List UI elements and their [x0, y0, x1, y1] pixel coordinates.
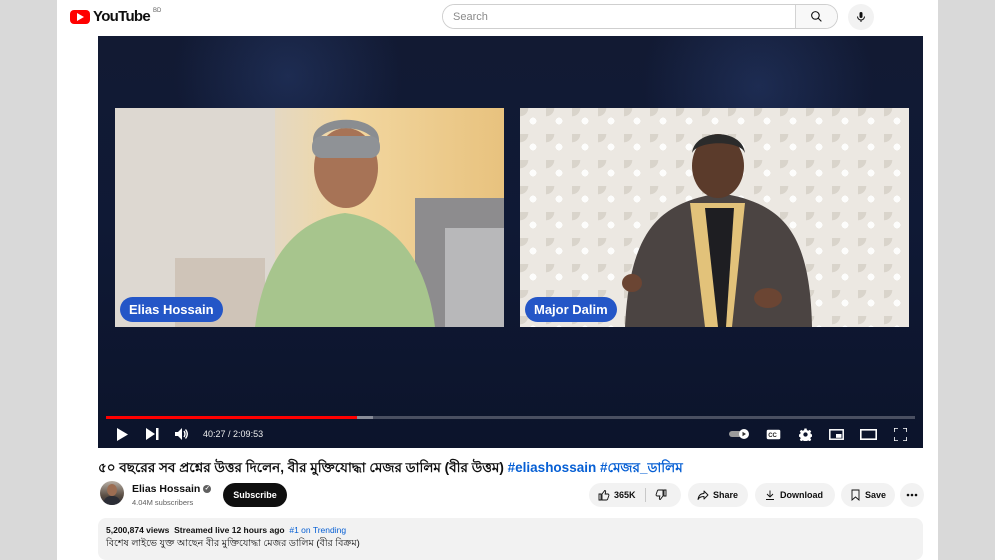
like-button[interactable]: 365K: [589, 483, 645, 507]
progress-played: [106, 416, 357, 419]
closed-captions-icon: CC: [766, 429, 780, 439]
video-title-text: ৫০ বছরের সব প্রশ্নের উত্তর দিলেন, বীর মু…: [98, 460, 504, 475]
fullscreen-icon: [893, 427, 907, 441]
duration: 2:09:53: [233, 429, 264, 439]
video-title-hashtags[interactable]: #eliashossain #মেজর_ডালিম: [508, 460, 683, 475]
time-separator: /: [225, 429, 234, 439]
participant-name-tag: Elias Hossain: [120, 297, 223, 322]
volume-button[interactable]: [174, 426, 190, 442]
skip-next-icon: [145, 428, 158, 440]
video-meta: 5,200,874 views Streamed live 12 hours a…: [106, 525, 915, 535]
autoplay-toggle-icon: [729, 429, 749, 439]
logo-text: YouTube: [93, 8, 151, 25]
participant-video-elias: [115, 108, 504, 327]
save-button[interactable]: Save: [841, 483, 895, 507]
channel-name-text[interactable]: Elias Hossain: [132, 483, 200, 495]
thumbs-up-icon: [598, 490, 610, 501]
theater-mode-button[interactable]: [858, 426, 878, 442]
progress-bar[interactable]: [106, 416, 915, 419]
participant-tile-dalim: Major Dalim: [520, 108, 909, 327]
video-title: ৫০ বছরের সব প্রশ্নের উত্তর দিলেন, বীর মু…: [98, 457, 923, 480]
fullscreen-button[interactable]: [892, 426, 908, 442]
voice-search-button[interactable]: [848, 4, 874, 30]
player-controls: 40:27 / 2:09:53 CC: [98, 422, 923, 446]
share-icon: [697, 490, 709, 500]
theater-mode-icon: [859, 428, 877, 440]
channel-name[interactable]: Elias Hossain ✓: [132, 483, 212, 495]
download-icon: [766, 490, 774, 500]
share-label: Share: [713, 490, 739, 500]
autoplay-toggle[interactable]: [728, 426, 752, 442]
logo-region: BD: [153, 7, 162, 14]
like-count: 365K: [614, 490, 636, 500]
subtitles-button[interactable]: CC: [764, 426, 782, 442]
save-label: Save: [865, 490, 887, 500]
participant-video-dalim: [622, 134, 812, 327]
participant-name-tag: Major Dalim: [525, 297, 617, 322]
microphone-icon: [857, 12, 865, 22]
search-bar: [442, 4, 838, 29]
time-display: 40:27 / 2:09:53: [203, 429, 263, 439]
miniplayer-button[interactable]: [827, 426, 845, 442]
settings-button[interactable]: [797, 426, 813, 442]
description-text: বিশেষ লাইভে যুক্ত আছেন বীর মুক্তিযোদ্ধা …: [106, 538, 360, 549]
search-input[interactable]: [443, 5, 795, 28]
like-dislike-group: 365K: [589, 483, 681, 507]
next-button[interactable]: [144, 426, 160, 442]
youtube-play-logo-icon: [70, 9, 90, 24]
volume-icon: [175, 428, 188, 440]
play-icon: [117, 427, 128, 441]
stream-date: Streamed live 12 hours ago: [174, 525, 285, 535]
youtube-watch-page: YouTube BD Elias Hossain: [57, 0, 938, 560]
thumbs-down-icon: [655, 489, 666, 500]
participant-tile-elias: Elias Hossain: [115, 108, 504, 327]
miniplayer-icon: [828, 428, 844, 440]
bookmark-icon: [851, 489, 860, 501]
verified-check-icon: ✓: [203, 485, 212, 493]
video-player[interactable]: Elias Hossain Major Dalim 40:27 / 2:09:5…: [98, 36, 923, 448]
avatar-image: [103, 484, 121, 505]
trending-badge[interactable]: #1 on Trending: [289, 525, 346, 535]
channel-avatar[interactable]: [100, 481, 124, 505]
youtube-logo[interactable]: YouTube BD: [70, 8, 161, 25]
download-label: Download: [780, 490, 823, 500]
share-button-content: Share: [688, 483, 747, 507]
gear-icon: [798, 428, 812, 441]
description-box[interactable]: 5,200,874 views Streamed live 12 hours a…: [98, 518, 923, 560]
search-button[interactable]: [795, 5, 837, 28]
download-button-content: Download: [755, 483, 832, 507]
search-icon: [811, 11, 822, 22]
more-horizontal-icon: [906, 493, 918, 497]
dislike-button[interactable]: [646, 483, 676, 507]
svg-text:CC: CC: [768, 433, 777, 439]
current-time: 40:27: [203, 429, 226, 439]
subscribe-button[interactable]: Subscribe: [223, 483, 287, 507]
share-button[interactable]: Share: [688, 483, 748, 507]
view-count: 5,200,874 views: [106, 525, 170, 535]
more-actions-button[interactable]: [900, 483, 924, 507]
save-button-content: Save: [841, 483, 895, 507]
download-button[interactable]: Download: [755, 483, 835, 507]
play-button[interactable]: [114, 426, 130, 442]
subscriber-count: 4.04M subscribers: [132, 498, 194, 507]
